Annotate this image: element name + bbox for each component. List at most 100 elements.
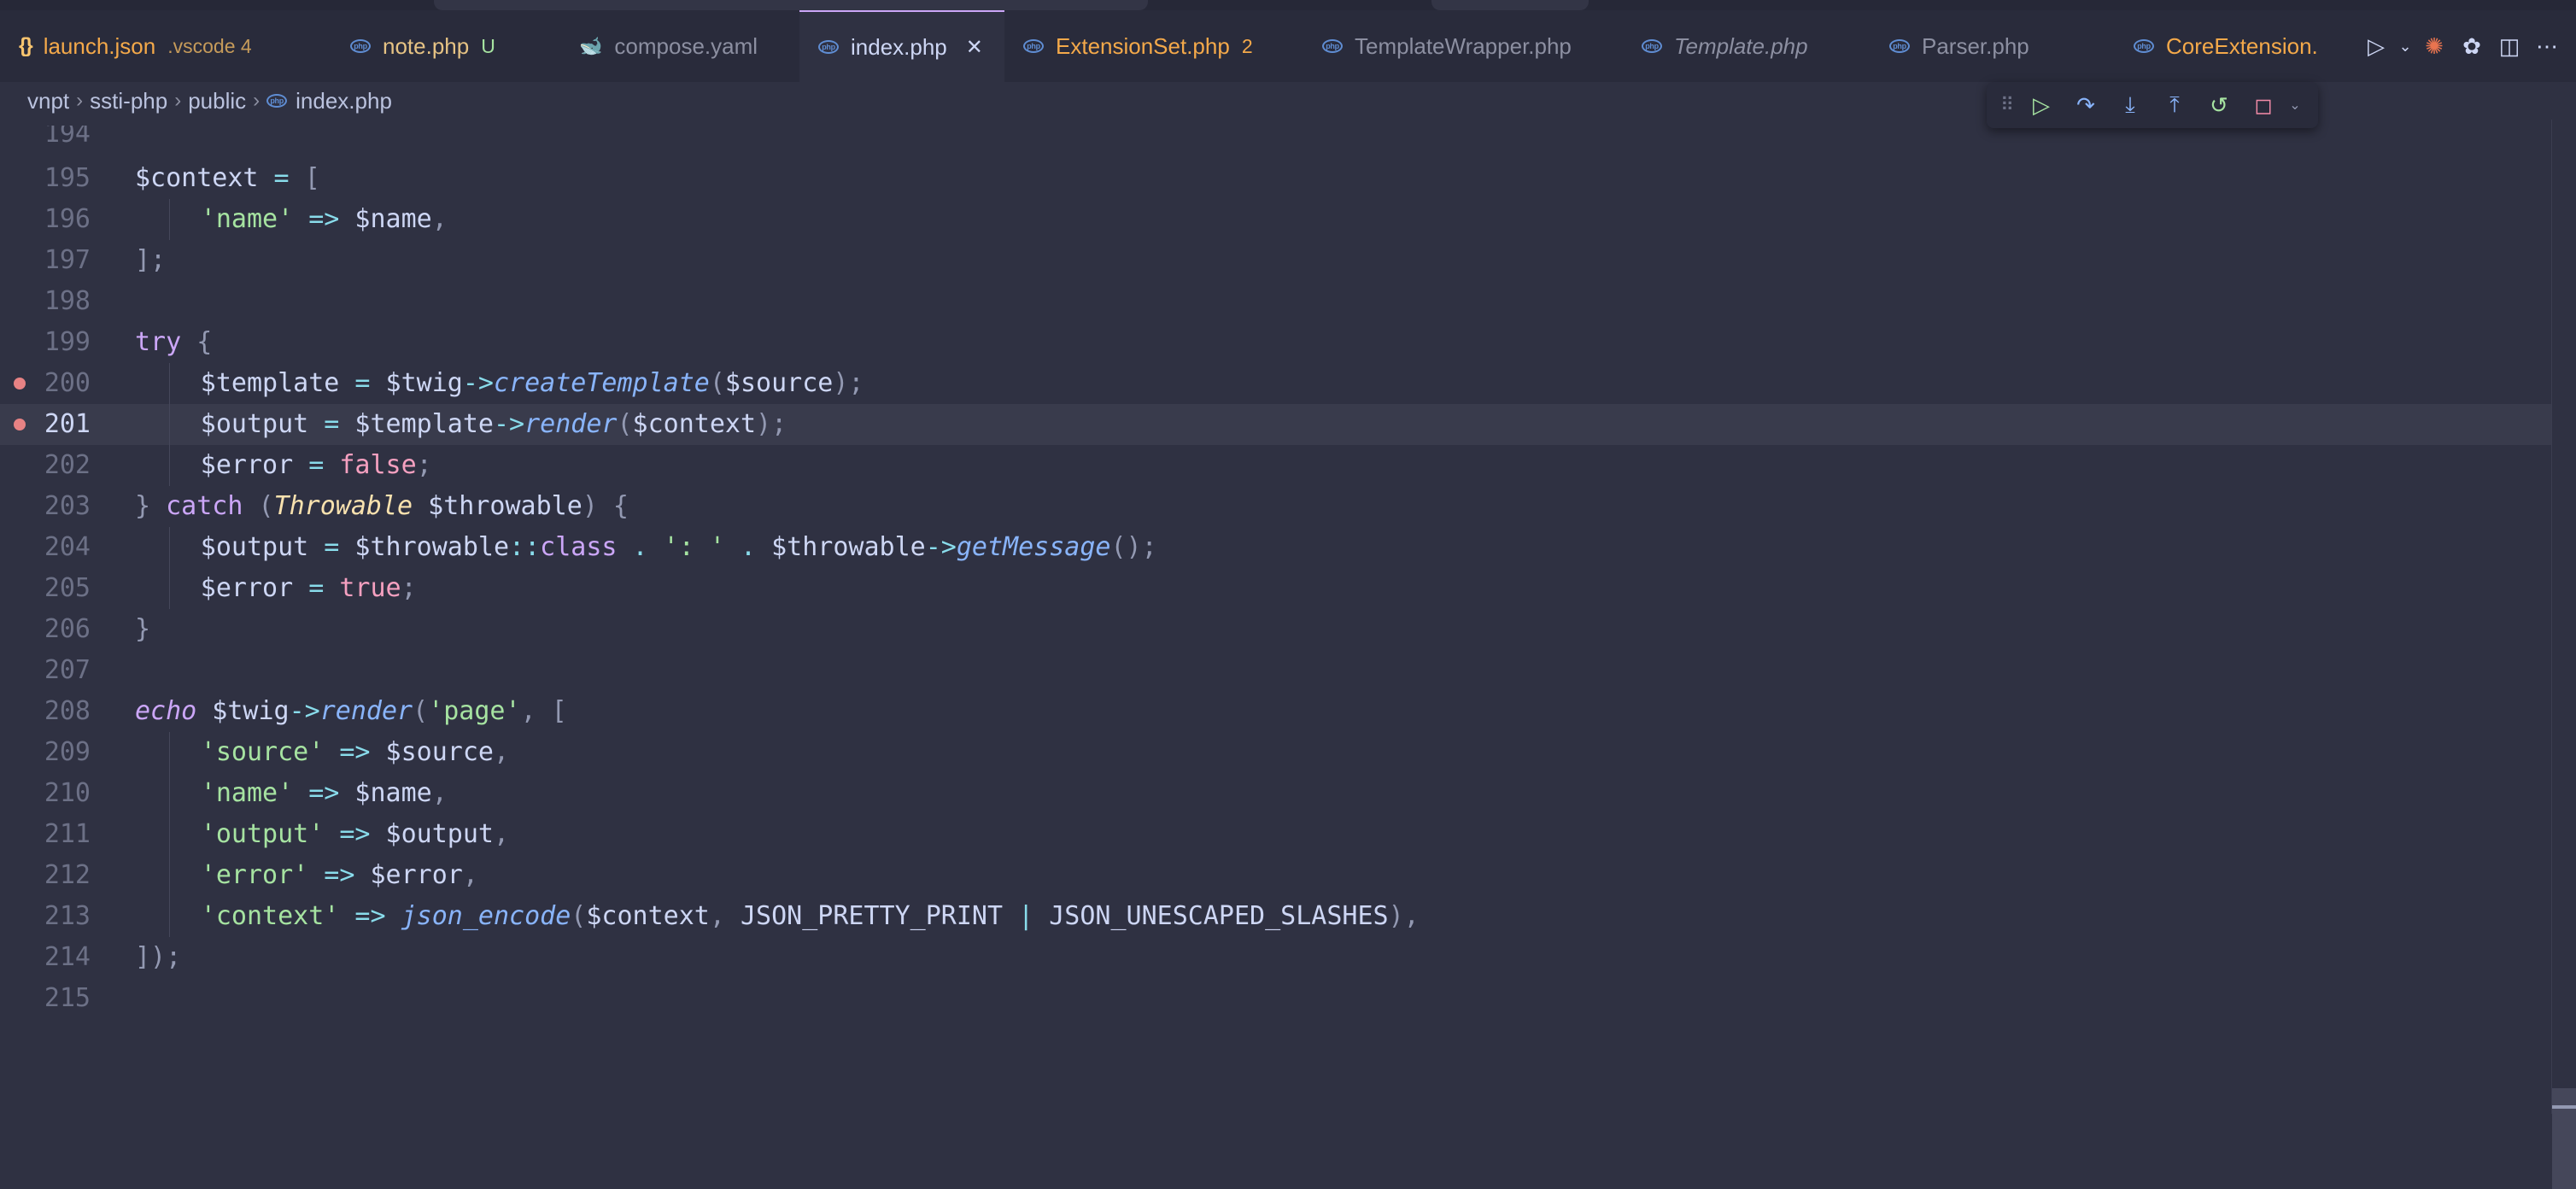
editor-tab-bar: {} launch.json .vscode 4 php note.php U 🐋 compo… <box>0 10 2576 82</box>
code-token: $throwable <box>771 532 926 562</box>
line-number: 196 <box>44 204 91 234</box>
code-text: $template = $twig->createTemplate($sourc… <box>201 363 864 404</box>
split-editor-icon[interactable]: ◫ <box>2491 27 2528 65</box>
breadcrumb-vnpt[interactable]: vnpt <box>27 88 69 114</box>
code-line[interactable]: 210 'name' => $name, <box>0 773 2552 814</box>
step-over-icon[interactable]: ↷ <box>2064 86 2108 124</box>
code-token: $name <box>354 204 432 234</box>
indent-guide <box>169 568 170 609</box>
tab-label: note.php <box>383 32 470 59</box>
code-token: = <box>258 163 305 193</box>
tab-template-php[interactable]: php Template.php <box>1623 10 1871 82</box>
code-token: ]; <box>135 245 167 275</box>
tab-templatewrapper-php[interactable]: php TemplateWrapper.php <box>1303 10 1623 82</box>
stop-dropdown-icon[interactable]: ⌄ <box>2286 86 2304 124</box>
code-token: true <box>339 573 401 603</box>
more-actions-icon[interactable]: ⋯ <box>2528 27 2566 65</box>
code-token: $error <box>200 573 294 603</box>
code-text: 'error' => $error, <box>201 855 478 896</box>
code-token: = <box>339 368 386 398</box>
code-token: getMessage <box>956 532 1111 562</box>
code-line[interactable]: 206} <box>0 609 2552 650</box>
code-token: ), <box>1388 901 1420 931</box>
step-out-icon[interactable]: ⤒ <box>2152 86 2197 124</box>
code-text: $output = $throwable::class . ': ' . $th… <box>201 527 1157 568</box>
line-number: 213 <box>44 901 91 931</box>
code-token: 'error' <box>200 860 309 890</box>
tab-parser-php[interactable]: php Parser.php <box>1871 10 2115 82</box>
code-token: ( <box>709 368 725 398</box>
code-line[interactable]: 207 <box>0 650 2552 691</box>
claude-icon[interactable]: ✺ <box>2415 27 2453 65</box>
code-text: $error = true; <box>201 568 417 609</box>
docker-icon: 🐋 <box>579 35 603 56</box>
code-text: } catch (Throwable $throwable) { <box>135 486 629 527</box>
code-line[interactable]: 204 $output = $throwable::class . ': ' . … <box>0 527 2552 568</box>
run-dropdown-icon[interactable]: ⌄ <box>2395 27 2415 65</box>
openai-icon[interactable]: ✿ <box>2453 27 2491 65</box>
breadcrumb-index-php[interactable]: index.php <box>296 88 392 114</box>
indent-guide <box>169 896 170 937</box>
restart-icon[interactable]: ↺ <box>2197 86 2241 124</box>
code-line[interactable]: 203 } catch (Throwable $throwable) { <box>0 486 2552 527</box>
code-line[interactable]: 198 <box>0 281 2552 322</box>
code-line[interactable]: 195 $context = [ <box>0 158 2552 199</box>
code-line[interactable]: 215 <box>0 978 2552 1019</box>
stop-icon[interactable]: ◻ <box>2241 86 2286 124</box>
code-text: 'output' => $output, <box>201 814 509 855</box>
code-line[interactable]: 205 $error = true; <box>0 568 2552 609</box>
code-line[interactable]: 200 $template = $twig->createTemplate($so… <box>0 363 2552 404</box>
code-token: 'output' <box>200 819 325 849</box>
code-token: => <box>339 901 401 931</box>
run-icon[interactable]: ▷ <box>2357 27 2395 65</box>
code-token: 'name' <box>200 204 294 234</box>
code-token: $output <box>385 819 494 849</box>
code-text: } <box>135 609 150 650</box>
drag-handle-icon[interactable]: ⠿ <box>1995 94 2019 116</box>
tab-launch-json[interactable]: {} launch.json .vscode 4 <box>0 10 331 82</box>
code-line[interactable]: 213 'context' => json_encode($context, JS… <box>0 896 2552 937</box>
scrollbar-thumb[interactable] <box>2552 1088 2576 1189</box>
tab-note-php[interactable]: php note.php U <box>331 10 565 82</box>
code-token: -> <box>925 532 957 562</box>
code-token: -> <box>289 696 320 726</box>
code-line[interactable]: 208 echo $twig->render('page', [ <box>0 691 2552 732</box>
line-number: 214 <box>44 942 91 972</box>
json-braces-icon: {} <box>19 34 33 57</box>
code-line[interactable]: 197]; <box>0 240 2552 281</box>
code-line[interactable]: 209 'source' => $source, <box>0 732 2552 773</box>
line-number: 203 <box>44 491 91 521</box>
code-text: 'context' => json_encode($context, JSON_… <box>201 896 1420 937</box>
breadcrumb-public[interactable]: public <box>188 88 246 114</box>
code-token: = <box>293 450 340 480</box>
code-line[interactable]: 212 'error' => $error, <box>0 855 2552 896</box>
code-token: ) { <box>582 491 629 521</box>
continue-icon[interactable]: ▷ <box>2019 86 2064 124</box>
line-number: 211 <box>44 819 91 849</box>
tab-compose-yaml[interactable]: 🐋 compose.yaml <box>560 10 799 82</box>
code-line[interactable]: 211 'output' => $output, <box>0 814 2552 855</box>
line-number: 205 <box>44 573 91 603</box>
code-line[interactable]: 202 $error = false; <box>0 445 2552 486</box>
vertical-scrollbar[interactable] <box>2551 120 2576 1189</box>
tab-coreextension[interactable]: php CoreExtension. <box>2115 10 2320 82</box>
code-line[interactable]: 214]); <box>0 937 2552 978</box>
code-token: $name <box>354 778 432 808</box>
breadcrumb-ssti-php[interactable]: ssti-php <box>90 88 167 114</box>
code-editor[interactable]: 194 195 $context = [196'name' => $name, 197… <box>0 120 2552 1114</box>
title-bar-strip <box>0 0 2576 10</box>
code-token: => <box>293 204 355 234</box>
code-token: ); <box>756 409 787 439</box>
code-token: class <box>540 532 618 562</box>
tab-extensionset-php[interactable]: php ExtensionSet.php 2 <box>1004 10 1303 82</box>
code-token: $error <box>200 450 294 480</box>
code-line[interactable]: 201 $output = $template->render($context)… <box>0 404 2552 445</box>
tab-index-php[interactable]: php index.php ✕ <box>799 10 1004 82</box>
close-icon[interactable]: ✕ <box>966 35 983 60</box>
indent-guide <box>169 445 170 486</box>
step-into-icon[interactable]: ⤓ <box>2108 86 2152 124</box>
code-line[interactable]: 199 try { <box>0 322 2552 363</box>
indent-guide <box>169 773 170 814</box>
code-line[interactable]: 196 'name' => $name, <box>0 199 2552 240</box>
code-token: $error <box>370 860 463 890</box>
